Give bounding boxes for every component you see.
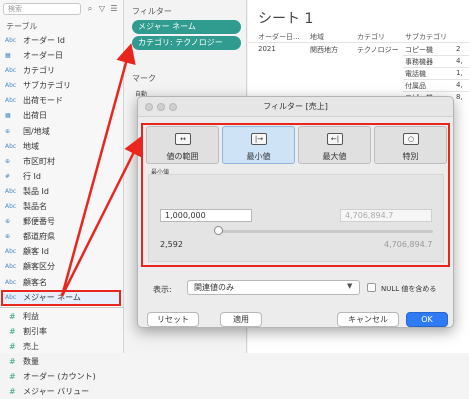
field-item[interactable]: # オーダー (カウント) <box>0 369 124 384</box>
field-item[interactable]: # 数量 <box>0 354 124 369</box>
field-item[interactable]: # メジャー バリュー <box>0 384 124 399</box>
field-name: メジャー バリュー <box>23 387 90 397</box>
field-name: オーダー (カウント) <box>23 372 96 382</box>
arrow-to-dialog <box>60 135 143 297</box>
field-name: 数量 <box>23 356 39 366</box>
annotation-arrows <box>60 43 143 297</box>
arrow-to-filter-shelf <box>60 43 136 297</box>
